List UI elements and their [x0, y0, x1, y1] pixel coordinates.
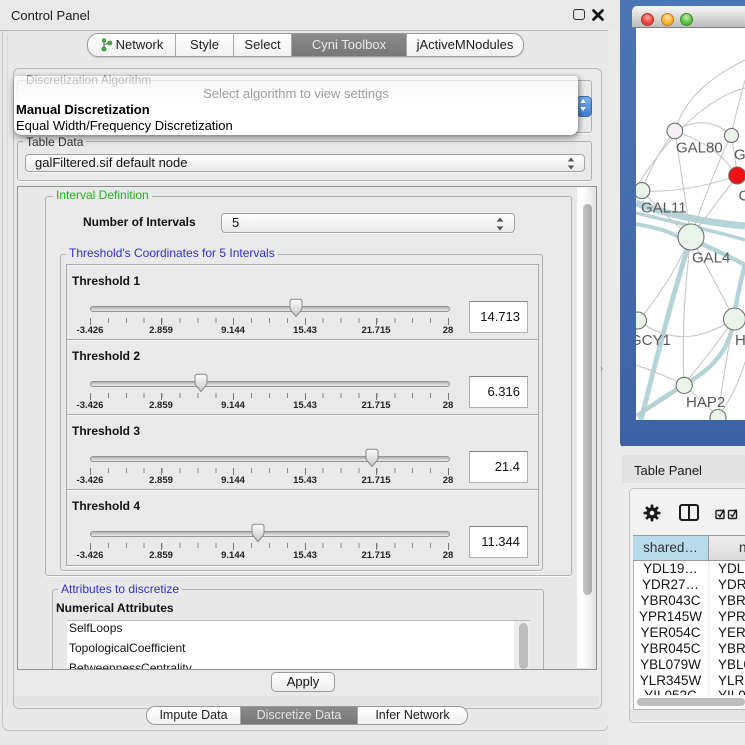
svg-text:CD: CD: [739, 188, 745, 205]
svg-text:GAL80: GAL80: [676, 140, 723, 157]
svg-text:GCY1: GCY1: [636, 332, 671, 349]
svg-text:GAL11: GAL11: [641, 200, 687, 217]
svg-text:GAL4: GAL4: [692, 250, 730, 267]
svg-text:HI: HI: [735, 332, 745, 349]
svg-text:GAL: GAL: [734, 147, 745, 164]
svg-text:HAP2: HAP2: [686, 394, 725, 411]
